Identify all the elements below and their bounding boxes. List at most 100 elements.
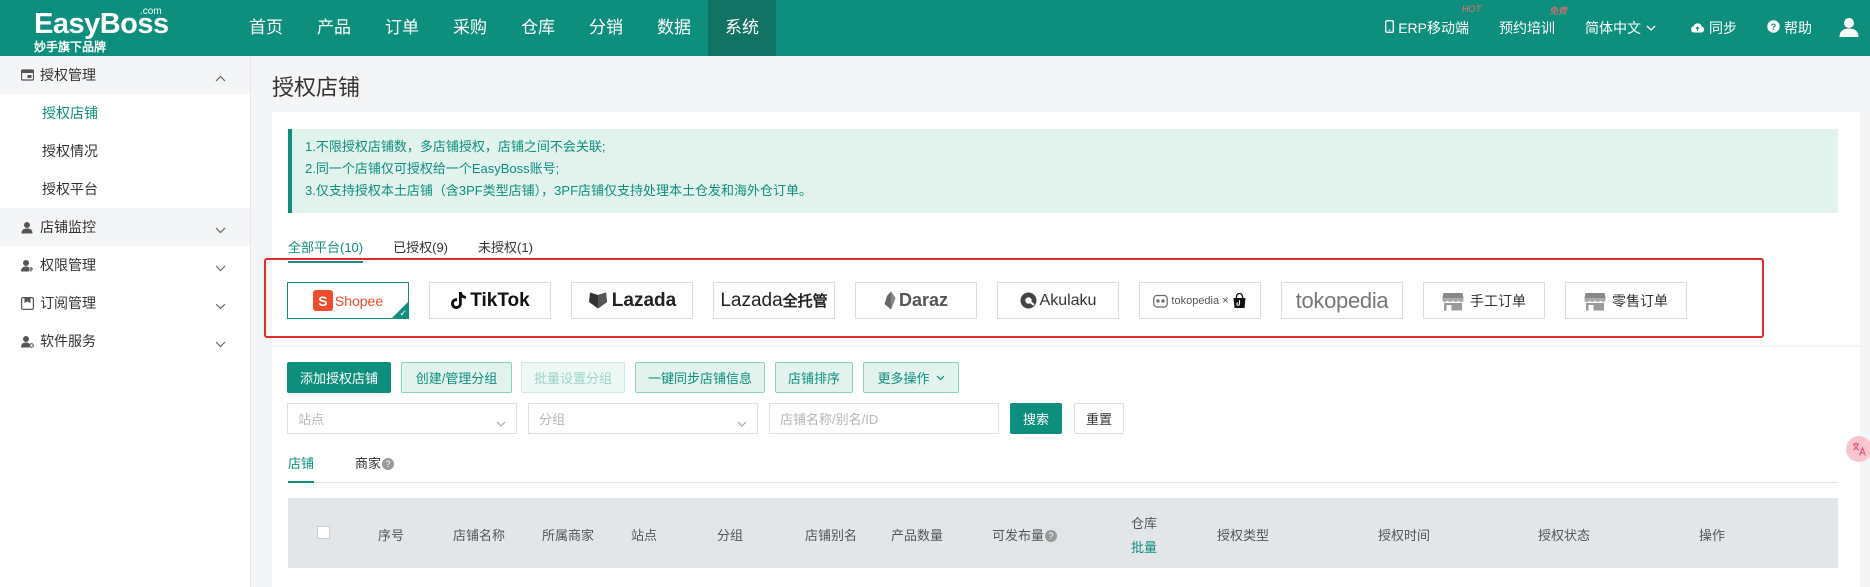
manual-order-label: 手工订单 [1470,292,1526,309]
chevron-down-icon [215,297,226,313]
chevron-down-icon [1646,25,1660,31]
retail-order-logo: 零售订单 [1584,291,1668,311]
sidebar-item-auth-platforms[interactable]: 授权平台 [0,170,250,208]
lazada-label: Lazada [611,289,677,311]
logo-tagline: 妙手旗下品牌 [34,40,107,54]
storefront-icon [1584,292,1606,310]
language-label: 简体中文 [1585,20,1641,36]
platform-card-retail-order[interactable]: 零售订单 [1565,282,1687,319]
col-warehouse-label: 仓库 [1131,516,1158,531]
reset-button[interactable]: 重置 [1074,403,1124,434]
retail-order-label: 零售订单 [1612,292,1668,309]
sidebar-group-subscription[interactable]: 订阅管理 [0,284,250,322]
batch-set-group-button[interactable]: 批量设置分组 [521,362,625,393]
col-alias: 店铺别名 [805,528,858,543]
nav-products[interactable]: 产品 [300,0,368,56]
col-shop-name: 店铺名称 [453,528,506,543]
more-actions-label: 更多操作 [877,371,930,386]
col-distributable: 可发布量? [992,525,1058,544]
sidebar-group-software[interactable]: 软件服务 [0,322,250,360]
chevron-down-icon [737,415,747,430]
sidebar-group-shop-monitor[interactable]: 店铺监控 [0,208,250,246]
sidebar-item-auth-status[interactable]: 授权情况 [0,132,250,170]
nav-home[interactable]: 首页 [232,0,300,56]
top-navbar: EasyBoss .com 妙手旗下品牌 首页 产品 订单 采购 仓库 分销 数… [0,0,1870,56]
sidebar-group-auth[interactable]: 授权管理 [0,56,250,94]
tab-shops[interactable]: 店铺 [288,453,315,483]
shop-search-input[interactable]: 店铺名称/别名/ID [769,403,999,434]
shop-sort-button[interactable]: 店铺排序 [775,362,853,393]
training-label: 预约培训 [1499,20,1555,36]
nav-purchase[interactable]: 采购 [436,0,504,56]
col-auth-status: 授权状态 [1538,528,1591,543]
shopee-logo: S Shopee [312,290,383,311]
select-all-checkbox[interactable] [317,526,330,539]
sync-button[interactable]: 同步 [1690,18,1737,38]
tokopedia-x-label: tokopedia × [1171,294,1229,307]
help-button[interactable]: ? 帮助 [1767,18,1812,38]
cloud-upload-icon [1690,20,1709,36]
tokopedia-owl-icon [1153,293,1169,308]
platform-card-tiktok[interactable]: TikTok [429,282,551,319]
logo[interactable]: EasyBoss .com 妙手旗下品牌 [34,6,184,54]
platform-card-manual-order[interactable]: 手工订单 [1423,282,1545,319]
sidebar-item-auth-shops[interactable]: 授权店铺 [0,94,250,132]
sidebar-group-label: 权限管理 [40,257,96,273]
platform-card-tokopedia-tiktok[interactable]: tokopedia × [1139,282,1261,319]
more-actions-button[interactable]: 更多操作 [863,362,959,393]
platform-card-lazada[interactable]: Lazada [571,282,693,319]
manual-order-logo: 手工订单 [1442,291,1526,311]
daraz-icon [884,291,896,310]
col-warehouse: 仓库 批量 [1131,512,1157,560]
col-product-count: 产品数量 [891,528,944,543]
check-icon: ✓ [399,308,407,318]
akulaku-label: Akulaku [1039,291,1097,309]
warehouse-batch-link[interactable]: 批量 [1131,536,1157,560]
auth-manage-icon [20,68,34,82]
nav-warehouse[interactable]: 仓库 [504,0,572,56]
platform-card-tokopedia[interactable]: tokopedia [1281,282,1403,319]
platform-card-lazada-full-managed[interactable]: Lazada全托管 [713,282,835,319]
sidebar: 授权管理 授权店铺 授权情况 授权平台 店铺监控 权限管理 订阅管理 软件服务 [0,56,251,587]
nav-orders[interactable]: 订单 [368,0,436,56]
logo-com: .com [140,6,162,17]
search-placeholder: 店铺名称/别名/ID [780,412,879,427]
question-icon[interactable]: ? [382,458,395,470]
section-divider [272,345,1860,347]
erp-mobile-link[interactable]: ERP移动端 HOT [1385,4,1481,38]
nav-data[interactable]: 数据 [640,0,708,56]
user-avatar-icon[interactable] [1838,16,1860,41]
table-header: 序号 店铺名称 所属商家 站点 分组 店铺别名 产品数量 可发布量? 仓库 批量… [288,498,1838,568]
lazada-heart-icon [588,292,608,309]
question-icon[interactable]: ? [1045,530,1058,542]
akulaku-icon [1020,292,1037,309]
tiktok-label: TikTok [470,289,530,311]
group-select[interactable]: 分组 [528,403,758,434]
sidebar-group-label: 授权管理 [40,67,96,83]
search-button[interactable]: 搜索 [1010,403,1062,434]
manage-group-button[interactable]: 创建/管理分组 [401,362,512,393]
language-select[interactable]: 简体中文 [1585,18,1660,38]
platform-card-akulaku[interactable]: Akulaku [997,282,1119,319]
sidebar-group-label: 软件服务 [40,333,96,349]
page-title: 授权店铺 [272,75,361,100]
site-select[interactable]: 站点 [287,403,517,434]
notice-line: 3.仅支持授权本土店铺（含3PF类型店铺），3PF店铺仅支持处理本土仓发和海外仓… [305,183,813,198]
col-auth-type: 授权类型 [1217,528,1270,543]
sidebar-group-permissions[interactable]: 权限管理 [0,246,250,284]
platform-card-daraz[interactable]: Daraz [855,282,977,319]
add-auth-shop-button[interactable]: 添加授权店铺 [287,362,391,393]
chevron-up-icon [215,69,226,85]
training-link[interactable]: 预约培训 免费 [1499,6,1567,38]
lazada-full-suffix: 全托管 [782,292,828,310]
platform-card-shopee[interactable]: S Shopee ✓ [287,282,409,319]
site-placeholder: 站点 [298,412,325,427]
translate-icon[interactable] [1846,436,1870,462]
nav-distribution[interactable]: 分销 [572,0,640,56]
tiktok-note-icon [450,291,467,310]
free-badge: 免费 [1548,6,1567,16]
col-site: 站点 [631,528,658,543]
nav-system[interactable]: 系统 [708,0,776,56]
sync-shop-info-button[interactable]: 一键同步店铺信息 [635,362,765,393]
tab-merchants[interactable]: 商家? [355,453,395,472]
